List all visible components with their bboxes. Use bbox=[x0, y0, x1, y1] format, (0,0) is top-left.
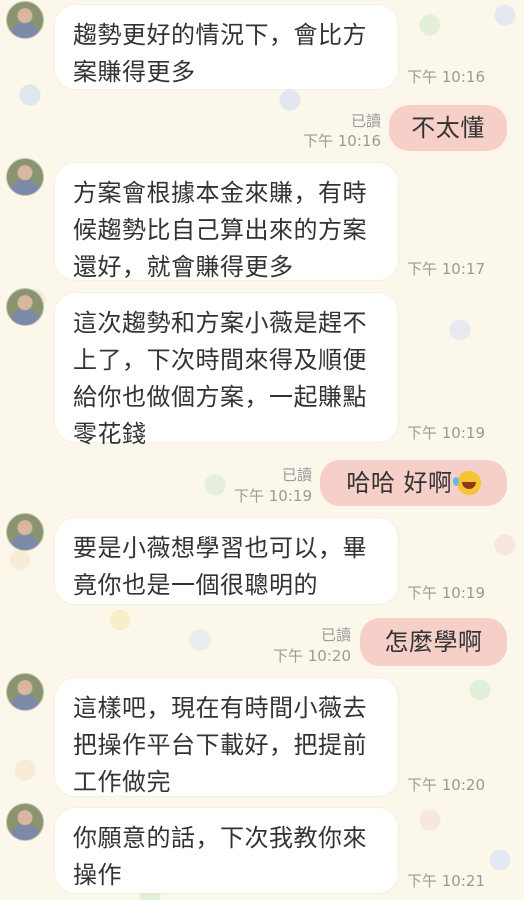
message-bubble-incoming: 方案會根據本金來賺，有時候趨勢比自己算出來的方案還好，就會賺得更多 bbox=[55, 163, 398, 281]
message-time: 下午 10:20 bbox=[273, 647, 351, 665]
message-time: 下午 10:17 bbox=[407, 260, 485, 278]
contact-avatar[interactable] bbox=[6, 158, 44, 196]
message-time: 下午 10:20 bbox=[407, 776, 485, 794]
rolling-on-floor-laughing-emoji bbox=[452, 471, 481, 495]
message-bubble-outgoing: 不太懂 bbox=[389, 105, 507, 151]
message-time: 下午 10:21 bbox=[407, 872, 485, 890]
message-bubble-outgoing: 哈哈 好啊 bbox=[320, 460, 507, 506]
read-receipt: 已讀 bbox=[320, 626, 351, 644]
message-text: 哈哈 好啊 bbox=[346, 469, 453, 497]
message-time: 下午 10:19 bbox=[407, 584, 485, 602]
contact-avatar[interactable] bbox=[6, 803, 44, 841]
message-text: 方案會根據本金來賺，有時候趨勢比自己算出來的方案還好，就會賺得更多 bbox=[73, 179, 367, 281]
message-text: 你願意的話，下次我教你來操作 bbox=[73, 824, 367, 889]
contact-avatar[interactable] bbox=[6, 1, 44, 39]
message-text: 不太懂 bbox=[411, 114, 485, 142]
contact-avatar[interactable] bbox=[6, 673, 44, 711]
message-text: 要是小薇想學習也可以，畢竟你也是一個很聰明的 bbox=[73, 534, 367, 599]
message-bubble-incoming: 你願意的話，下次我教你來操作 bbox=[55, 808, 398, 893]
message-time: 下午 10:16 bbox=[407, 68, 485, 86]
message-text: 這次趨勢和方案小薇是趕不上了，下次時間來得及順便給你也做個方案，一起賺點零花錢 bbox=[73, 309, 367, 448]
message-bubble-incoming: 趨勢更好的情況下，會比方案賺得更多 bbox=[55, 5, 398, 89]
read-receipt: 已讀 bbox=[281, 466, 312, 484]
contact-avatar[interactable] bbox=[6, 513, 44, 551]
message-bubble-incoming: 要是小薇想學習也可以，畢竟你也是一個很聰明的 bbox=[55, 518, 398, 604]
message-text: 趨勢更好的情況下，會比方案賺得更多 bbox=[73, 21, 367, 86]
message-bubble-outgoing: 怎麼學啊 bbox=[360, 618, 507, 666]
read-receipt: 已讀 bbox=[350, 112, 381, 130]
message-time: 下午 10:19 bbox=[234, 487, 312, 505]
contact-avatar[interactable] bbox=[6, 288, 44, 326]
message-time: 下午 10:19 bbox=[407, 424, 485, 442]
message-text: 怎麼學啊 bbox=[384, 628, 483, 656]
message-bubble-incoming: 這樣吧，現在有時間小薇去把操作平台下載好，把提前工作做完 bbox=[55, 678, 398, 796]
message-text: 這樣吧，現在有時間小薇去把操作平台下載好，把提前工作做完 bbox=[73, 694, 367, 796]
message-time: 下午 10:16 bbox=[303, 132, 381, 150]
message-bubble-incoming: 這次趨勢和方案小薇是趕不上了，下次時間來得及順便給你也做個方案，一起賺點零花錢 bbox=[55, 293, 398, 448]
